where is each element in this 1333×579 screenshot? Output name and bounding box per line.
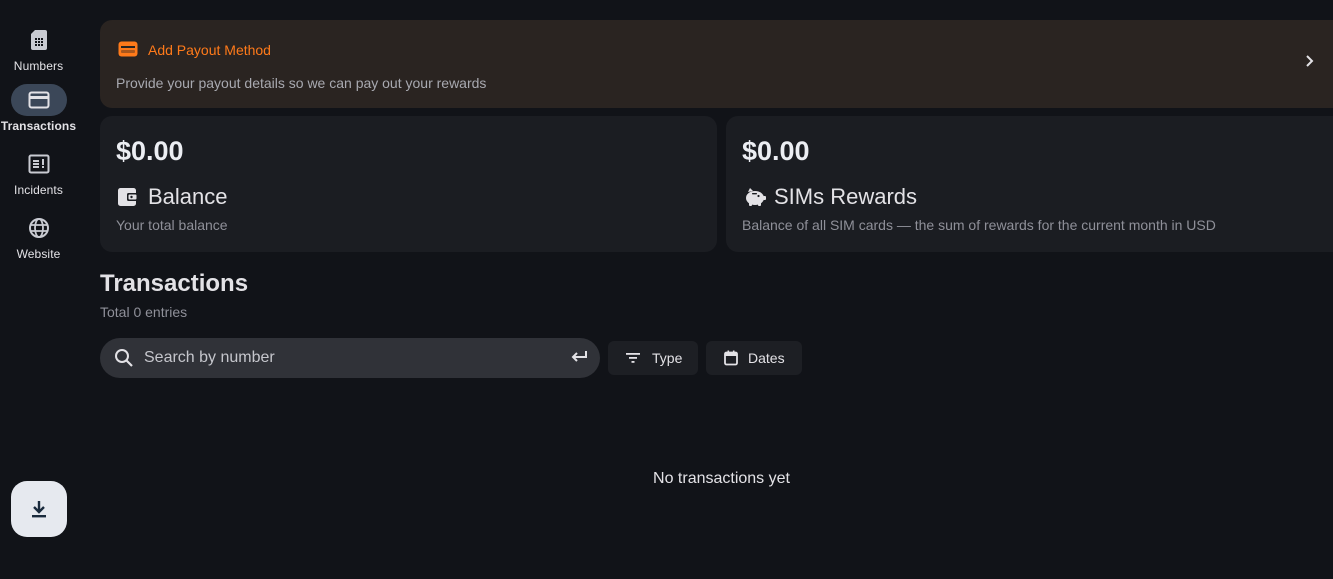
wallet-icon (118, 188, 138, 206)
search-bar (100, 338, 600, 378)
nav-item-label: Numbers (13, 59, 64, 73)
globe-icon (28, 218, 49, 238)
page-title: Transactions (100, 270, 249, 297)
entries-count: Total 0 entries (100, 304, 188, 320)
rewards-amount: $0.00 (742, 136, 810, 166)
nav-item-label: Incidents (14, 183, 63, 197)
nav-item-incidents[interactable]: Incidents (0, 148, 77, 204)
nav-item-website-indicator (11, 212, 67, 244)
dates-filter-button[interactable]: Dates (706, 341, 802, 375)
sims-rewards-card: $0.00 SIMs Rewards Balance of all SIM ca… (726, 116, 1333, 252)
chevron-right-icon (1306, 55, 1314, 67)
balance-description: Your total balance (116, 217, 228, 233)
balance-title: Balance (148, 184, 228, 209)
payout-title: Add Payout Method (148, 42, 271, 58)
nav-item-label: Website (16, 247, 61, 261)
rewards-title: SIMs Rewards (774, 184, 918, 209)
add-payout-method-banner[interactable]: Add Payout Method Provide your payout de… (100, 20, 1333, 108)
sim-card-icon (30, 30, 47, 50)
nav-item-website[interactable]: Website (0, 212, 77, 268)
nav-item-transactions[interactable]: Transactions (0, 84, 77, 140)
nav-item-transactions-indicator (10, 84, 67, 116)
search-input[interactable] (144, 338, 554, 378)
rewards-description: Balance of all SIM cards — the sum of re… (742, 217, 1216, 233)
balance-card: $0.00 Balance Your total balance (100, 116, 717, 252)
download-icon (32, 501, 46, 518)
empty-state-message: No transactions yet (653, 470, 790, 487)
type-filter-label: Type (652, 350, 683, 366)
piggy-bank-icon (746, 188, 766, 206)
calendar-icon (724, 350, 738, 366)
credit-card-icon (28, 91, 49, 109)
enter-icon[interactable] (570, 349, 588, 365)
report-icon (28, 154, 49, 174)
balance-amount: $0.00 (116, 136, 184, 166)
payout-description: Provide your payout details so we can pa… (116, 75, 487, 91)
nav-item-incidents-indicator (11, 148, 67, 180)
download-button[interactable] (11, 481, 67, 537)
nav-item-label: Transactions (0, 119, 77, 133)
nav-item-numbers-indicator (11, 24, 67, 56)
filter-icon (626, 353, 640, 363)
navigation-rail: Numbers Transactions Incidents Website (0, 0, 77, 579)
search-icon (115, 349, 133, 367)
dates-filter-label: Dates (748, 350, 785, 366)
payment-icon (118, 41, 138, 57)
type-filter-button[interactable]: Type (608, 341, 698, 375)
nav-item-numbers[interactable]: Numbers (0, 24, 77, 80)
